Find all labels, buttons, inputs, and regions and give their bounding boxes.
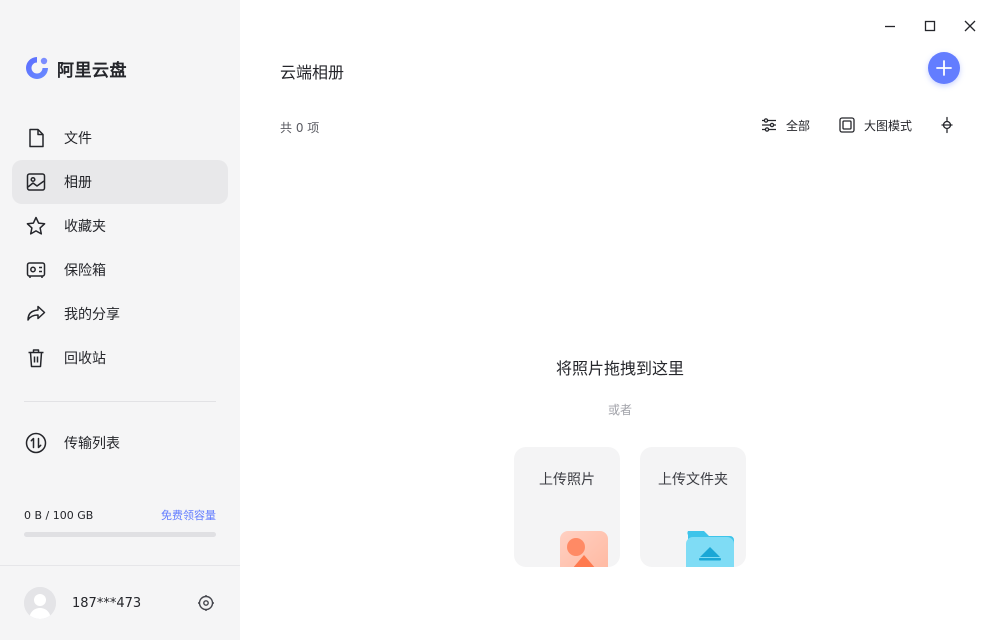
add-button[interactable] [928, 52, 960, 84]
sidebar-item-transfer-list[interactable]: 传输列表 [12, 421, 228, 465]
sidebar-item-album[interactable]: 相册 [12, 160, 228, 204]
filter-icon [762, 118, 776, 132]
close-icon[interactable] [958, 14, 982, 38]
storage-progress-bar [24, 532, 216, 537]
user-panel: 187***473 [24, 587, 216, 619]
transfer-icon [24, 431, 48, 455]
user-divider [0, 565, 240, 566]
safe-icon [24, 258, 48, 282]
sidebar-item-label: 保险箱 [64, 263, 106, 279]
sidebar-item-label: 收藏夹 [64, 219, 106, 235]
large-view-icon [839, 117, 855, 133]
album-icon [24, 170, 48, 194]
sidebar-item-label: 我的分享 [64, 307, 120, 323]
minimize-icon[interactable] [878, 14, 902, 38]
maximize-icon[interactable] [918, 14, 942, 38]
page-title: 云端相册 [280, 63, 345, 82]
plus-icon [936, 60, 952, 76]
upload-photo-label: 上传照片 [539, 472, 595, 488]
storage-usage-text: 0 B / 100 GB [24, 508, 94, 522]
app-name: 阿里云盘 [57, 60, 127, 81]
get-free-storage-link[interactable]: 免费领容量 [161, 507, 216, 523]
sidebar-transfer: 传输列表 [12, 421, 228, 465]
view-mode-button[interactable]: 大图模式 [838, 116, 912, 134]
sidebar-item-shares[interactable]: 我的分享 [12, 292, 228, 336]
filter-button[interactable]: 全部 [760, 116, 810, 134]
upload-folder-card[interactable]: 上传文件夹 [640, 447, 746, 567]
sidebar-item-label: 传输列表 [64, 436, 120, 452]
avatar[interactable] [24, 587, 56, 619]
sidebar: 阿里云盘 文件 相册 收藏夹 保险箱 我的分享 回收站 传输列表 0 B / 1… [0, 0, 240, 640]
drop-zone-title: 将照片拖拽到这里 [555, 359, 684, 378]
sort-icon [941, 116, 953, 134]
item-count: 共 0 项 [280, 121, 320, 135]
view-mode-label: 大图模式 [864, 118, 913, 133]
app-logo: 阿里云盘 [24, 55, 127, 81]
sidebar-nav: 文件 相册 收藏夹 保险箱 我的分享 回收站 [12, 116, 228, 380]
file-icon [24, 126, 48, 150]
sidebar-item-label: 相册 [64, 175, 92, 191]
sidebar-item-safe[interactable]: 保险箱 [12, 248, 228, 292]
drop-zone-or: 或者 [607, 403, 632, 417]
upload-folder-label: 上传文件夹 [658, 472, 728, 488]
logo-icon [26, 57, 48, 79]
sidebar-item-favorites[interactable]: 收藏夹 [12, 204, 228, 248]
photo-icon [560, 531, 608, 567]
storage-info: 0 B / 100 GB 免费领容量 [24, 507, 216, 537]
star-icon [24, 214, 48, 238]
share-icon [24, 302, 48, 326]
sort-button[interactable] [938, 116, 956, 134]
sidebar-item-files[interactable]: 文件 [12, 116, 228, 160]
username: 187***473 [72, 595, 142, 611]
folder-icon [686, 531, 734, 567]
filter-label: 全部 [786, 118, 811, 133]
sidebar-item-label: 文件 [64, 131, 92, 147]
settings-icon[interactable] [196, 593, 216, 613]
upload-photo-card[interactable]: 上传照片 [514, 447, 620, 567]
